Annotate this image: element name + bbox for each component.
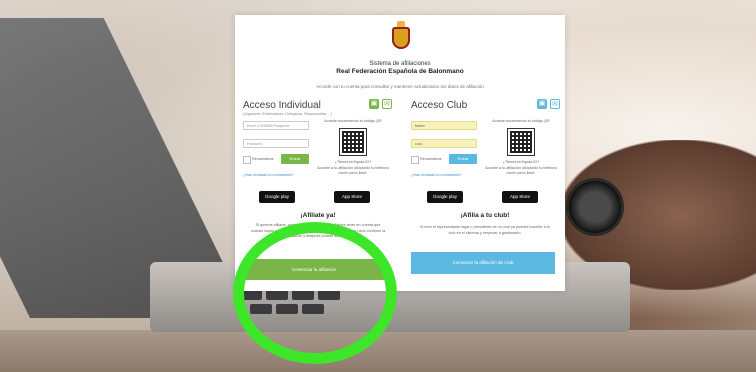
qr-code [339, 128, 367, 156]
start-club-affiliation-button[interactable]: Comenzar la afiliación de Club [411, 252, 555, 274]
club-remember-checkbox[interactable] [411, 156, 419, 164]
club-remember-label: Recuerdame [420, 157, 442, 161]
club-title: Acceso Club [411, 100, 468, 111]
qr-code-icon[interactable]: ▣ [369, 99, 379, 109]
affiliate-heading: ¡Afíliate ya! [300, 212, 336, 219]
highlight-circle [233, 222, 397, 364]
remember-checkbox[interactable] [243, 156, 251, 164]
federation-crest [392, 21, 410, 49]
mail-icon[interactable]: ✉ [382, 99, 392, 109]
club-qr-label: Accede escaneando el código QR [492, 119, 550, 123]
club-password-field[interactable]: •••••• [411, 139, 477, 148]
individual-title: Acceso Individual [243, 100, 321, 111]
club-user-field[interactable]: fuelon [411, 121, 477, 130]
federation-name: Real Federación Española de Balonmano [336, 68, 464, 75]
email-field[interactable]: Email o DNI/NIE/Pasaporte [243, 121, 309, 130]
club-google-play-badge[interactable]: Google play [427, 191, 463, 203]
club-app-text: Accede a tu afiliación utilizando tu tel… [485, 166, 557, 175]
individual-note: (Jugadores, Entrenadores, Delegados, Res… [243, 112, 333, 116]
mail-icon[interactable]: ✉ [550, 99, 560, 109]
club-app-store-badge[interactable]: App Store [502, 191, 538, 203]
login-button[interactable]: Entrar [281, 154, 309, 164]
app-question: ¿Tienes imSquad ID? [334, 160, 372, 164]
club-forgot-password-link[interactable]: ¿Has olvidado tu contraseña? [411, 173, 461, 177]
qr-code-icon[interactable]: ▣ [537, 99, 547, 109]
wristwatch [566, 178, 624, 236]
app-store-badge[interactable]: App Store [334, 191, 370, 203]
password-field[interactable]: Password [243, 139, 309, 148]
system-title: Sistema de afiliaciones [369, 61, 431, 67]
forgot-password-link[interactable]: ¿Has olvidado tu contraseña? [243, 173, 293, 177]
club-qr-code [507, 128, 535, 156]
club-login-button[interactable]: Entrar [449, 154, 477, 164]
app-text: Accede a tu afiliación utilizando tu tel… [317, 166, 389, 175]
google-play-badge[interactable]: Google play [259, 191, 295, 203]
remember-label: Recuerdame [252, 157, 274, 161]
qr-label: Accede escaneando el código QR [324, 119, 382, 123]
club-affiliate-text: Si eres el representante legal o preside… [419, 225, 551, 235]
club-app-question: ¿Tienes imSquad ID? [502, 160, 540, 164]
club-affiliate-heading: ¡Afilia a tu club! [460, 212, 510, 219]
page-subtitle: Accede con tu cuenta para consultar y ma… [316, 84, 484, 89]
